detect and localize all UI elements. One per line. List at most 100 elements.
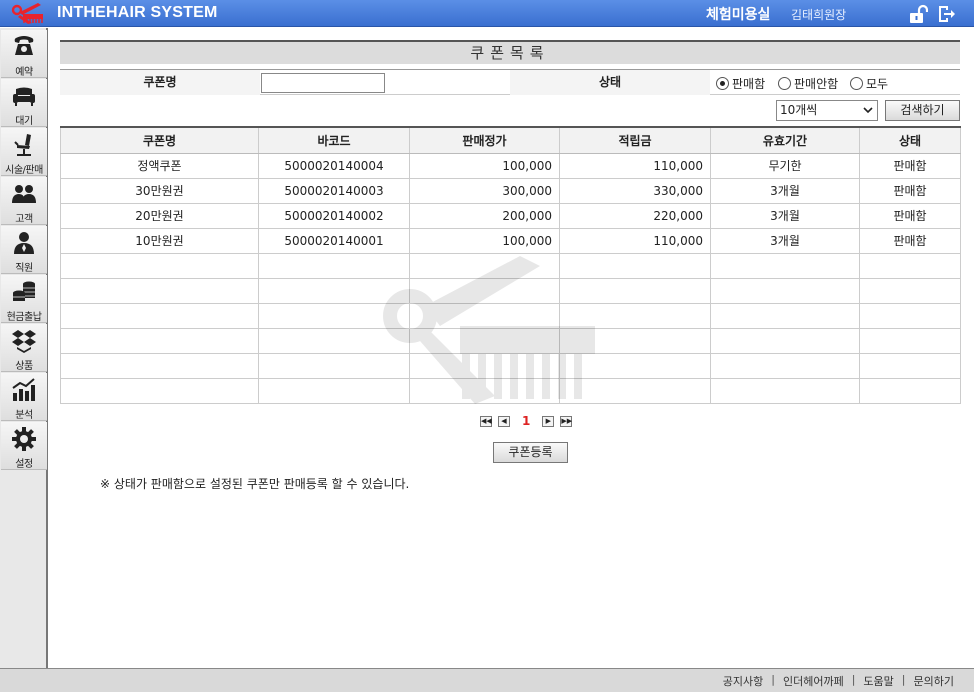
- sidebar-item-analysis[interactable]: 분석: [1, 373, 47, 421]
- column-header: 바코드: [258, 126, 410, 154]
- column-header: 쿠폰명: [60, 126, 259, 154]
- table-row[interactable]: 정액쿠폰 5000020140004 100,000 110,000 무기한 판…: [60, 152, 961, 179]
- page-size-select[interactable]: 10개씩: [776, 100, 878, 121]
- table-row-empty: [60, 352, 961, 379]
- chevron-down-icon: [863, 107, 873, 114]
- barcode-cell: 5000020140001: [258, 227, 410, 254]
- table-row-empty: [60, 302, 961, 329]
- radio-not-selling[interactable]: 판매안함: [778, 75, 838, 91]
- footer: 공지사항 | 인더헤어까페 | 도움말 | 문의하기: [0, 668, 974, 692]
- first-page-button[interactable]: ◀◀: [480, 415, 492, 427]
- coupon-name-input[interactable]: [261, 73, 385, 93]
- price-cell: 200,000: [409, 202, 560, 229]
- sidebar-item-reservation[interactable]: 예약: [1, 30, 47, 78]
- points-cell: 110,000: [559, 152, 711, 179]
- info-note: ※ 상태가 판매함으로 설정된 쿠폰만 판매등록 할 수 있습니다.: [100, 477, 410, 491]
- points-cell: 330,000: [559, 177, 711, 204]
- coupon-name-cell[interactable]: 20만원권: [60, 202, 259, 229]
- staff-icon: [14, 232, 34, 254]
- sidebar-item-settings[interactable]: 설정: [1, 422, 47, 470]
- search-button[interactable]: 검색하기: [885, 100, 960, 121]
- sidebar-item-label: 대기: [15, 116, 33, 127]
- sidebar-item-label: 상품: [15, 361, 33, 372]
- barcode-cell: 5000020140003: [258, 177, 410, 204]
- sidebar-item-label: 시술/판매: [5, 165, 43, 176]
- coupon-name-label: 쿠폰명: [60, 70, 260, 95]
- sofa-icon: [13, 87, 35, 106]
- sidebar-item-treatment-sales[interactable]: 시술/판매: [1, 128, 47, 176]
- sidebar-item-customers[interactable]: 고객: [1, 177, 47, 225]
- logout-icon[interactable]: [936, 4, 956, 24]
- validity-cell: 3개월: [710, 202, 860, 229]
- coupon-name-cell[interactable]: 10만원권: [60, 227, 259, 254]
- price-cell: 300,000: [409, 177, 560, 204]
- gear-icon: [12, 427, 36, 451]
- footer-link-notice[interactable]: 공지사항: [723, 673, 763, 689]
- user-name: 김태희원장: [791, 8, 847, 22]
- divider: |: [901, 673, 906, 686]
- salon-chair-icon: [14, 134, 31, 156]
- column-header: 상태: [859, 126, 961, 154]
- page-size-value: 10개씩: [780, 103, 818, 117]
- radio-button[interactable]: [778, 76, 791, 90]
- footer-link-contact[interactable]: 문의하기: [914, 673, 954, 689]
- validity-cell: 3개월: [710, 177, 860, 204]
- sidebar-item-cash[interactable]: 현금출납: [1, 275, 47, 323]
- pagination: ◀◀ ◀ 1 ▶ ▶▶: [480, 414, 573, 428]
- sidebar-item-staff[interactable]: 직원: [1, 226, 47, 274]
- footer-link-help[interactable]: 도움말: [863, 673, 893, 689]
- page-title: 쿠폰목록: [60, 40, 960, 64]
- table-row-empty: [60, 377, 961, 404]
- sidebar-item-waiting[interactable]: 대기: [1, 79, 47, 127]
- divider: |: [851, 673, 856, 686]
- next-page-button[interactable]: ▶: [542, 415, 555, 427]
- main-content: 쿠폰목록 쿠폰명 상태 판매함 판매안함 모두 10개씩 검색하기 쿠폰명 바코…: [50, 28, 974, 668]
- coupon-name-cell[interactable]: 정액쿠폰: [60, 152, 259, 179]
- sidebar-item-label: 분석: [15, 410, 33, 421]
- current-page[interactable]: 1: [522, 414, 530, 428]
- points-cell: 220,000: [559, 202, 711, 229]
- box-icon: [12, 330, 36, 353]
- column-header: 적립금: [559, 126, 711, 154]
- last-page-button[interactable]: ▶▶: [560, 415, 573, 427]
- radio-all[interactable]: 모두: [850, 75, 888, 91]
- table-row[interactable]: 20만원권 5000020140002 200,000 220,000 3개월 …: [60, 202, 961, 229]
- radio-label: 판매안함: [794, 76, 839, 91]
- app-header: INTHEHAIR SYSTEM 체험미용실 김태희원장: [0, 0, 974, 27]
- unlock-icon[interactable]: [908, 4, 928, 24]
- register-coupon-button[interactable]: 쿠폰등록: [493, 442, 568, 463]
- radio-label: 판매함: [732, 76, 766, 91]
- prev-page-button[interactable]: ◀: [498, 415, 510, 427]
- table-row-empty: [60, 277, 961, 304]
- status-cell: 판매함: [859, 152, 961, 179]
- app-title: INTHEHAIR SYSTEM: [57, 4, 218, 21]
- price-cell: 100,000: [409, 152, 560, 179]
- status-label: 상태: [510, 70, 710, 95]
- sidebar: 예약 대기 시술/판매 고객 직원 현금출납 상품 분석 설정: [0, 28, 48, 668]
- status-cell: 판매함: [859, 227, 961, 254]
- footer-link-cafe[interactable]: 인더헤어까페: [783, 673, 844, 689]
- chart-icon: [12, 378, 35, 401]
- sidebar-item-label: 고객: [15, 214, 33, 225]
- table-row[interactable]: 30만원권 5000020140003 300,000 330,000 3개월 …: [60, 177, 961, 204]
- sidebar-item-products[interactable]: 상품: [1, 324, 47, 372]
- points-cell: 110,000: [559, 227, 711, 254]
- radio-button[interactable]: [850, 76, 863, 90]
- table-row[interactable]: 10만원권 5000020140001 100,000 110,000 3개월 …: [60, 227, 961, 254]
- status-cell: 판매함: [859, 177, 961, 204]
- coupon-name-cell[interactable]: 30만원권: [60, 177, 259, 204]
- table-header-row: 쿠폰명 바코드 판매정가 적립금 유효기간 상태: [60, 126, 961, 154]
- barcode-cell: 5000020140002: [258, 202, 410, 229]
- sidebar-item-label: 예약: [15, 67, 33, 78]
- divider: |: [771, 673, 775, 686]
- filter-row: 쿠폰명 상태 판매함 판매안함 모두: [60, 69, 960, 95]
- sidebar-item-label: 현금출납: [6, 312, 42, 323]
- scissors-comb-logo-icon: [11, 3, 43, 24]
- column-header: 판매정가: [409, 126, 560, 154]
- price-cell: 100,000: [409, 227, 560, 254]
- sidebar-item-label: 설정: [15, 459, 33, 470]
- validity-cell: 무기한: [710, 152, 860, 179]
- radio-selling[interactable]: 판매함: [716, 75, 765, 91]
- sidebar-item-label: 직원: [15, 263, 33, 274]
- radio-button-checked[interactable]: [716, 76, 729, 90]
